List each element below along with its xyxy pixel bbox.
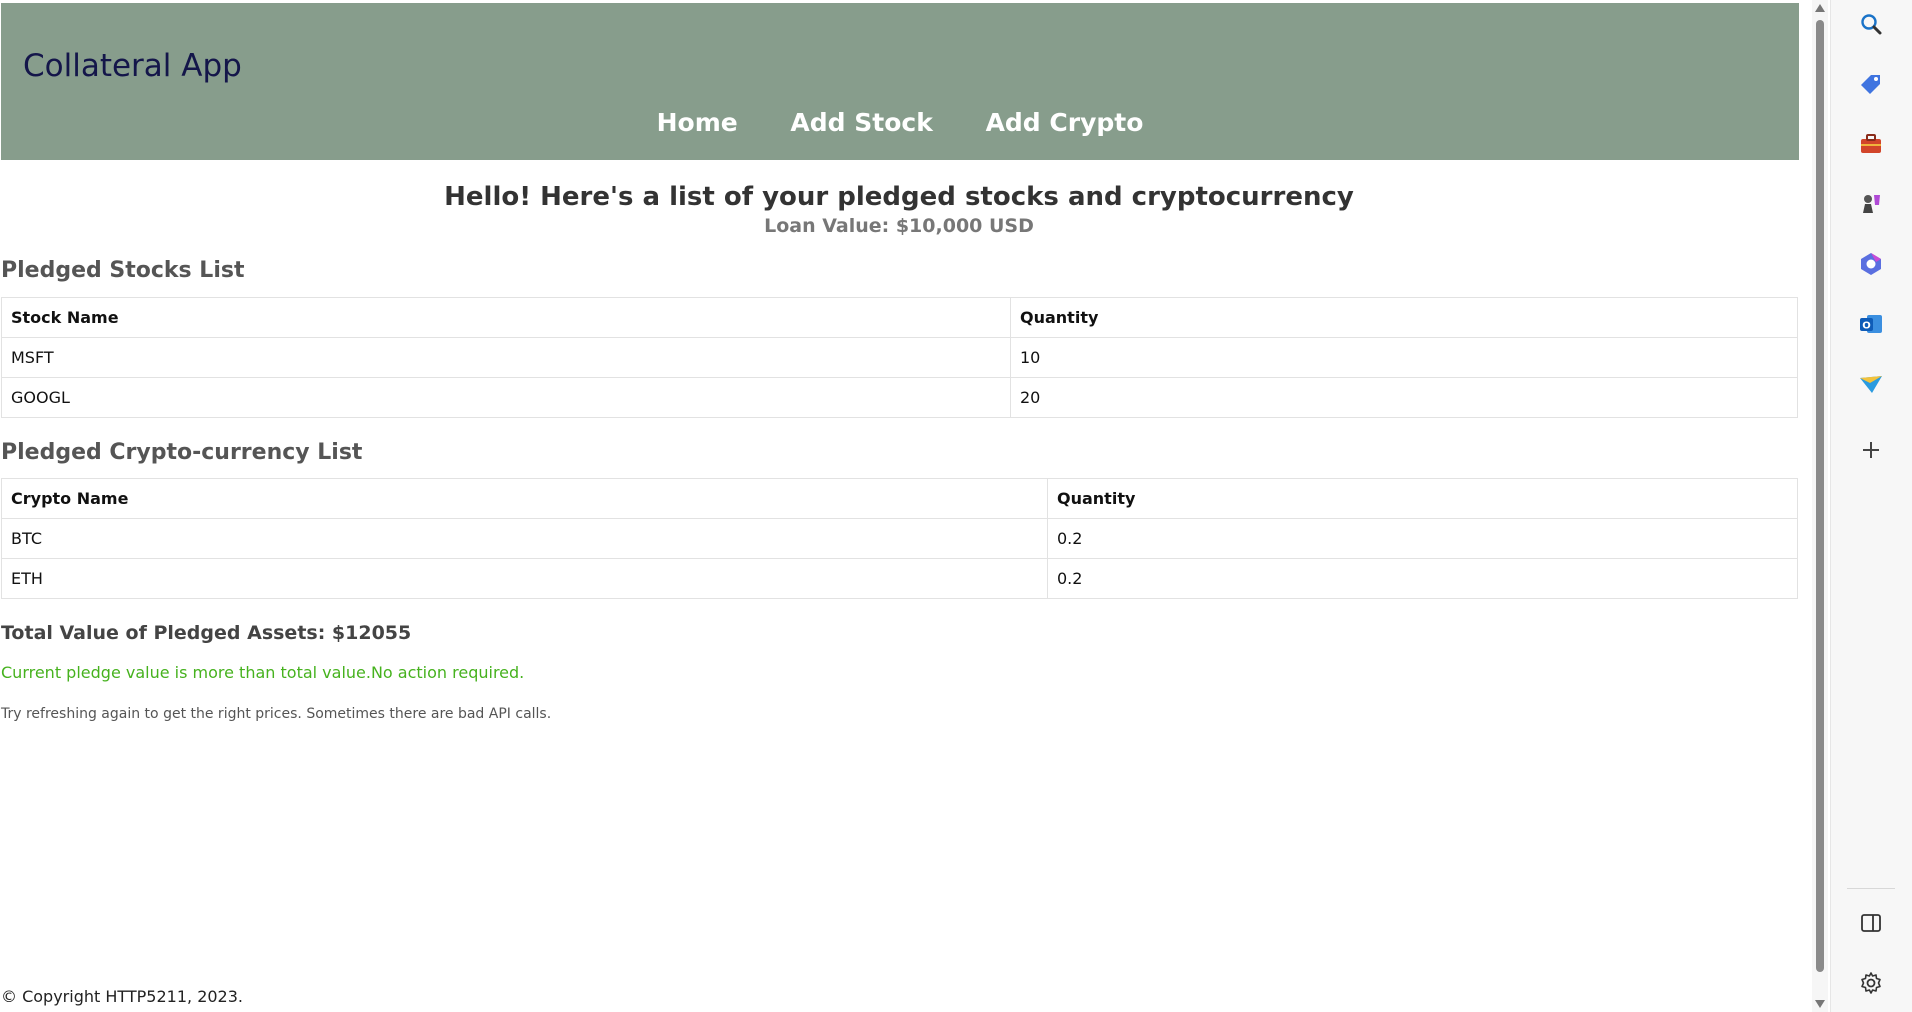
table-row: MSFT 10 [1, 337, 1798, 378]
table-header-row: Stock Name Quantity [1, 297, 1798, 338]
column-header: Crypto Name [1, 478, 1048, 519]
page-title: Hello! Here's a list of your pledged sto… [444, 182, 1354, 212]
page-viewport: Collateral App Home Add Stock Add Crypto… [0, 0, 1812, 1012]
crypto-quantity-cell: 0.2 [1047, 558, 1798, 599]
table-row: BTC 0.2 [1, 518, 1798, 559]
outlook-icon[interactable]: O [1856, 309, 1886, 339]
column-header: Quantity [1047, 478, 1798, 519]
nav-add-crypto-link[interactable]: Add Crypto [986, 108, 1144, 137]
sidebar-divider [1847, 888, 1895, 889]
scroll-down-arrow[interactable] [1815, 1000, 1825, 1008]
scroll-up-arrow[interactable] [1815, 4, 1825, 12]
gear-icon[interactable] [1856, 968, 1886, 998]
toolbox-icon[interactable] [1856, 129, 1886, 159]
app-title: Collateral App [23, 48, 242, 84]
table-row: ETH 0.2 [1, 558, 1798, 599]
crypto-name-cell: ETH [1, 558, 1048, 599]
vertical-scrollbar[interactable] [1812, 0, 1828, 1012]
site-header: Collateral App Home Add Stock Add Crypto [1, 3, 1799, 160]
stock-quantity-cell: 10 [1010, 337, 1798, 378]
plus-icon[interactable] [1856, 435, 1886, 465]
nav-home-link[interactable]: Home [657, 108, 738, 137]
copilot-icon[interactable] [1856, 249, 1886, 279]
tag-icon[interactable] [1856, 69, 1886, 99]
total-value: Total Value of Pledged Assets: $12055 [1, 622, 412, 644]
crypto-heading: Pledged Crypto-currency List [1, 440, 363, 465]
stock-quantity-cell: 20 [1010, 377, 1798, 418]
split-panel-icon[interactable] [1856, 908, 1886, 938]
footer-copyright: © Copyright HTTP5211, 2023. [1, 987, 243, 1006]
browser-sidebar: O [1830, 0, 1912, 1012]
table-header-row: Crypto Name Quantity [1, 478, 1798, 519]
table-row: GOOGL 20 [1, 377, 1798, 418]
stocks-table: Stock Name Quantity MSFT 10 GOOGL 20 [1, 297, 1798, 418]
scroll-thumb[interactable] [1816, 20, 1824, 972]
loan-value: Loan Value: $10,000 USD [764, 215, 1034, 237]
stock-name-cell: GOOGL [1, 377, 1011, 418]
crypto-name-cell: BTC [1, 518, 1048, 559]
nav-add-stock-link[interactable]: Add Stock [790, 108, 932, 137]
crypto-quantity-cell: 0.2 [1047, 518, 1798, 559]
svg-text:O: O [1862, 321, 1871, 332]
stock-name-cell: MSFT [1, 337, 1011, 378]
column-header: Stock Name [1, 297, 1011, 338]
column-header: Quantity [1010, 297, 1798, 338]
refresh-hint: Try refreshing again to get the right pr… [1, 706, 552, 722]
browser-page: Collateral App Home Add Stock Add Crypto… [0, 0, 1912, 1012]
stocks-heading: Pledged Stocks List [1, 258, 245, 283]
crypto-table: Crypto Name Quantity BTC 0.2 ETH 0.2 [1, 478, 1798, 599]
main-nav: Home Add Stock Add Crypto [1, 108, 1799, 137]
search-icon[interactable] [1856, 9, 1886, 39]
status-message: Current pledge value is more than total … [1, 663, 525, 682]
send-icon[interactable] [1856, 369, 1886, 399]
chess-icon[interactable] [1856, 189, 1886, 219]
